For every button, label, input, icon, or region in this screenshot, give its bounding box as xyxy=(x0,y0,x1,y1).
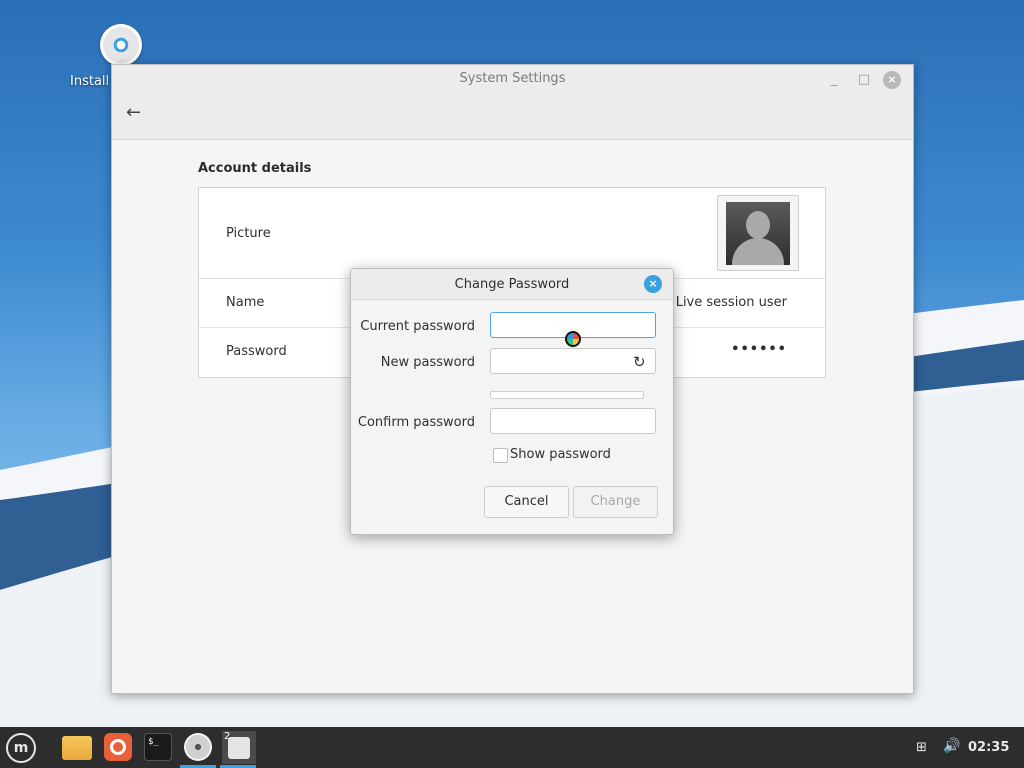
window-title: System Settings xyxy=(459,71,566,86)
desktop-icon-label: Install xyxy=(70,74,110,89)
picture-label: Picture xyxy=(226,226,271,241)
show-password-label[interactable]: Show password xyxy=(510,447,611,462)
clock[interactable]: 02:35 xyxy=(968,740,1009,755)
minimize-icon[interactable]: _ xyxy=(825,71,843,89)
dialog-title: Change Password xyxy=(454,277,570,292)
password-label: Password xyxy=(226,344,287,359)
installer-disc-icon[interactable] xyxy=(184,733,212,761)
busy-cursor-icon xyxy=(565,331,581,347)
confirm-password-label: Confirm password xyxy=(357,415,475,430)
folder-icon[interactable] xyxy=(62,736,92,760)
menu-icon[interactable]: m xyxy=(6,733,36,763)
dialog-close-icon[interactable]: × xyxy=(644,275,662,293)
volume-icon[interactable]: 🔊 xyxy=(943,738,961,754)
name-value: Live session user xyxy=(675,295,787,310)
generate-password-icon[interactable]: ↻ xyxy=(633,354,649,370)
section-title: Account details xyxy=(198,161,312,176)
password-value: •••••• xyxy=(731,342,787,357)
network-icon[interactable]: ⊞ xyxy=(916,740,932,755)
avatar-button[interactable] xyxy=(717,195,799,271)
terminal-icon[interactable]: $_ xyxy=(144,733,172,761)
cancel-button[interactable]: Cancel xyxy=(484,486,569,518)
change-button[interactable]: Change xyxy=(573,486,658,518)
new-password-label: New password xyxy=(380,355,475,370)
picture-row: Picture xyxy=(199,188,825,279)
new-password-input[interactable] xyxy=(490,348,656,374)
disc-icon xyxy=(100,24,142,66)
firefox-icon[interactable] xyxy=(104,733,132,761)
window-titlebar: System Settings _ □ × ← xyxy=(112,65,913,140)
current-password-label: Current password xyxy=(360,319,475,334)
maximize-icon[interactable]: □ xyxy=(855,71,873,89)
back-arrow-icon[interactable]: ← xyxy=(126,103,146,123)
close-icon[interactable]: × xyxy=(883,71,901,89)
change-password-dialog: Change Password × Current password New p… xyxy=(350,268,674,535)
settings-app-icon[interactable]: 2 xyxy=(222,731,256,764)
show-password-checkbox[interactable] xyxy=(493,448,508,463)
password-strength-bar xyxy=(490,391,644,399)
confirm-password-input[interactable] xyxy=(490,408,656,434)
dialog-titlebar: Change Password × xyxy=(351,269,673,300)
settings-icon xyxy=(228,737,250,759)
avatar xyxy=(726,202,790,265)
name-label: Name xyxy=(226,295,265,310)
taskbar: m $_ 2 xyxy=(0,727,1024,768)
